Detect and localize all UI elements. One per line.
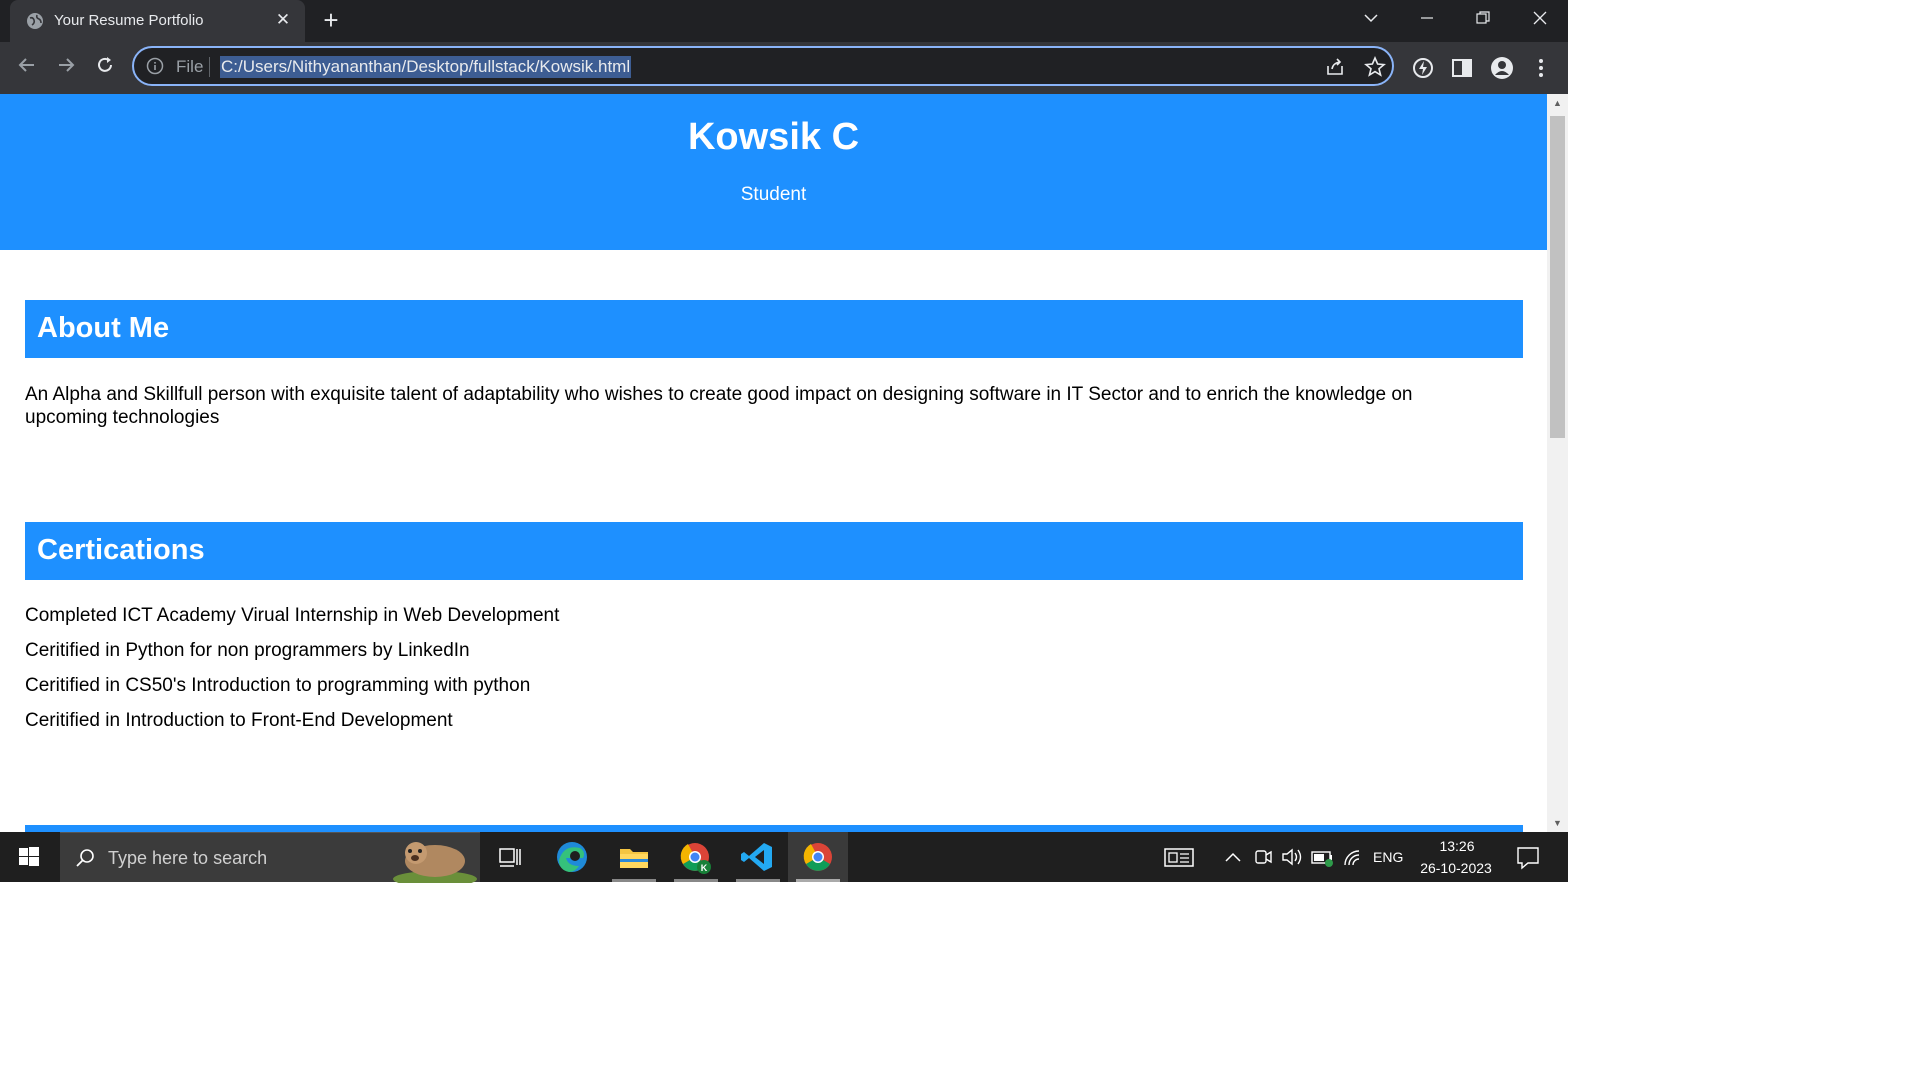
browser-tab-strip: Your Resume Portfolio ✕ + — [0, 0, 1568, 42]
scrollbar-thumb[interactable] — [1550, 116, 1565, 438]
volume-icon[interactable] — [1280, 832, 1304, 882]
address-scheme: File — [176, 57, 204, 76]
browser-toolbar: File C:/Users/Nithyananthan/Desktop/full… — [0, 42, 1568, 94]
performance-icon[interactable] — [1411, 56, 1435, 80]
taskbar-chrome-active[interactable] — [788, 832, 848, 882]
start-button[interactable] — [0, 832, 58, 882]
share-icon[interactable] — [1324, 56, 1346, 78]
address-url[interactable]: C:/Users/Nithyananthan/Desktop/fullstack… — [220, 56, 632, 78]
certification-item: Ceritified in Python for non programmers… — [25, 640, 470, 661]
tab-close-icon[interactable]: ✕ — [273, 10, 293, 30]
web-page: Kowsik C Student About Me An Alpha and S… — [0, 94, 1547, 832]
bookmark-star-icon[interactable] — [1364, 56, 1386, 78]
certifications-heading-text: Certications — [37, 534, 205, 566]
certifications-section-heading: Certications — [25, 522, 1523, 580]
taskbar-search[interactable]: Type here to search — [60, 832, 480, 883]
taskbar-file-explorer[interactable] — [604, 832, 664, 882]
globe-icon — [27, 13, 43, 29]
person-role: Student — [740, 184, 807, 205]
person-name: Kowsik C — [687, 116, 860, 158]
news-widget-icon[interactable] — [1163, 832, 1195, 882]
minimize-icon[interactable] — [1407, 6, 1447, 36]
certification-item: Completed ICT Academy Virual Internship … — [25, 605, 560, 626]
running-indicator — [736, 879, 780, 882]
battery-icon[interactable] — [1310, 832, 1336, 882]
taskbar-chrome-profile[interactable]: K — [666, 832, 726, 882]
tab-search-icon[interactable] — [1351, 6, 1391, 36]
notification-icon[interactable] — [1515, 832, 1541, 882]
profile-avatar-icon[interactable] — [1490, 56, 1514, 80]
active-indicator — [796, 879, 840, 882]
back-arrow-icon[interactable] — [13, 54, 41, 82]
task-view-button[interactable] — [480, 832, 540, 882]
taskbar-vscode[interactable] — [728, 832, 788, 882]
certification-item: Ceritified in CS50's Introduction to pro… — [25, 675, 531, 696]
info-icon[interactable] — [146, 57, 164, 75]
address-divider — [209, 57, 210, 77]
wifi-icon[interactable] — [1342, 832, 1364, 882]
running-indicator — [674, 879, 718, 882]
search-placeholder: Type here to search — [108, 848, 268, 868]
folder-icon — [620, 849, 648, 868]
certification-item: Ceritified in Introduction to Front-End … — [25, 710, 453, 731]
chevron-up-icon[interactable] — [1222, 832, 1244, 882]
next-section-heading — [25, 825, 1523, 832]
clock-time[interactable]: 13:26 — [1420, 838, 1494, 854]
windows-logo-icon — [19, 847, 39, 866]
about-section-heading: About Me — [25, 300, 1523, 358]
scroll-up-arrow-icon[interactable]: ▲ — [1547, 94, 1568, 112]
page-header: Kowsik C Student — [0, 94, 1547, 250]
about-heading-text: About Me — [37, 312, 170, 344]
reload-icon[interactable] — [91, 54, 119, 82]
new-tab-button[interactable]: + — [318, 7, 344, 34]
chrome-icon — [803, 843, 832, 871]
close-window-icon[interactable] — [1520, 6, 1560, 36]
running-indicator — [612, 879, 656, 882]
edge-browser-icon — [557, 842, 587, 872]
restore-icon[interactable] — [1463, 6, 1503, 36]
forward-arrow-icon[interactable] — [52, 54, 80, 82]
tab-title: Your Resume Portfolio — [54, 12, 204, 29]
task-view-icon — [499, 848, 521, 867]
chrome-profile-icon: K — [680, 843, 711, 874]
browser-tab[interactable]: Your Resume Portfolio ✕ — [10, 0, 305, 42]
vertical-scrollbar[interactable]: ▲ ▼ — [1547, 94, 1568, 832]
clock-date[interactable]: 26-10-2023 — [1410, 860, 1502, 876]
scroll-down-arrow-icon[interactable]: ▼ — [1547, 814, 1568, 832]
search-icon — [76, 849, 94, 867]
svg-text:K: K — [701, 863, 708, 873]
more-menu-icon[interactable] — [1529, 56, 1553, 80]
vscode-icon — [741, 843, 772, 871]
windows-taskbar: Type here to search K ENG 13:26 26-10-20… — [0, 832, 1568, 883]
side-panel-icon[interactable] — [1450, 56, 1474, 80]
address-bar[interactable]: File C:/Users/Nithyananthan/Desktop/full… — [132, 46, 1394, 86]
meet-now-icon[interactable] — [1252, 832, 1274, 882]
taskbar-edge[interactable] — [542, 832, 602, 882]
search-highlight-illustration-icon — [393, 842, 477, 883]
language-indicator[interactable]: ENG — [1373, 832, 1403, 882]
about-text: An Alpha and Skillfull person with exqui… — [25, 384, 1413, 428]
